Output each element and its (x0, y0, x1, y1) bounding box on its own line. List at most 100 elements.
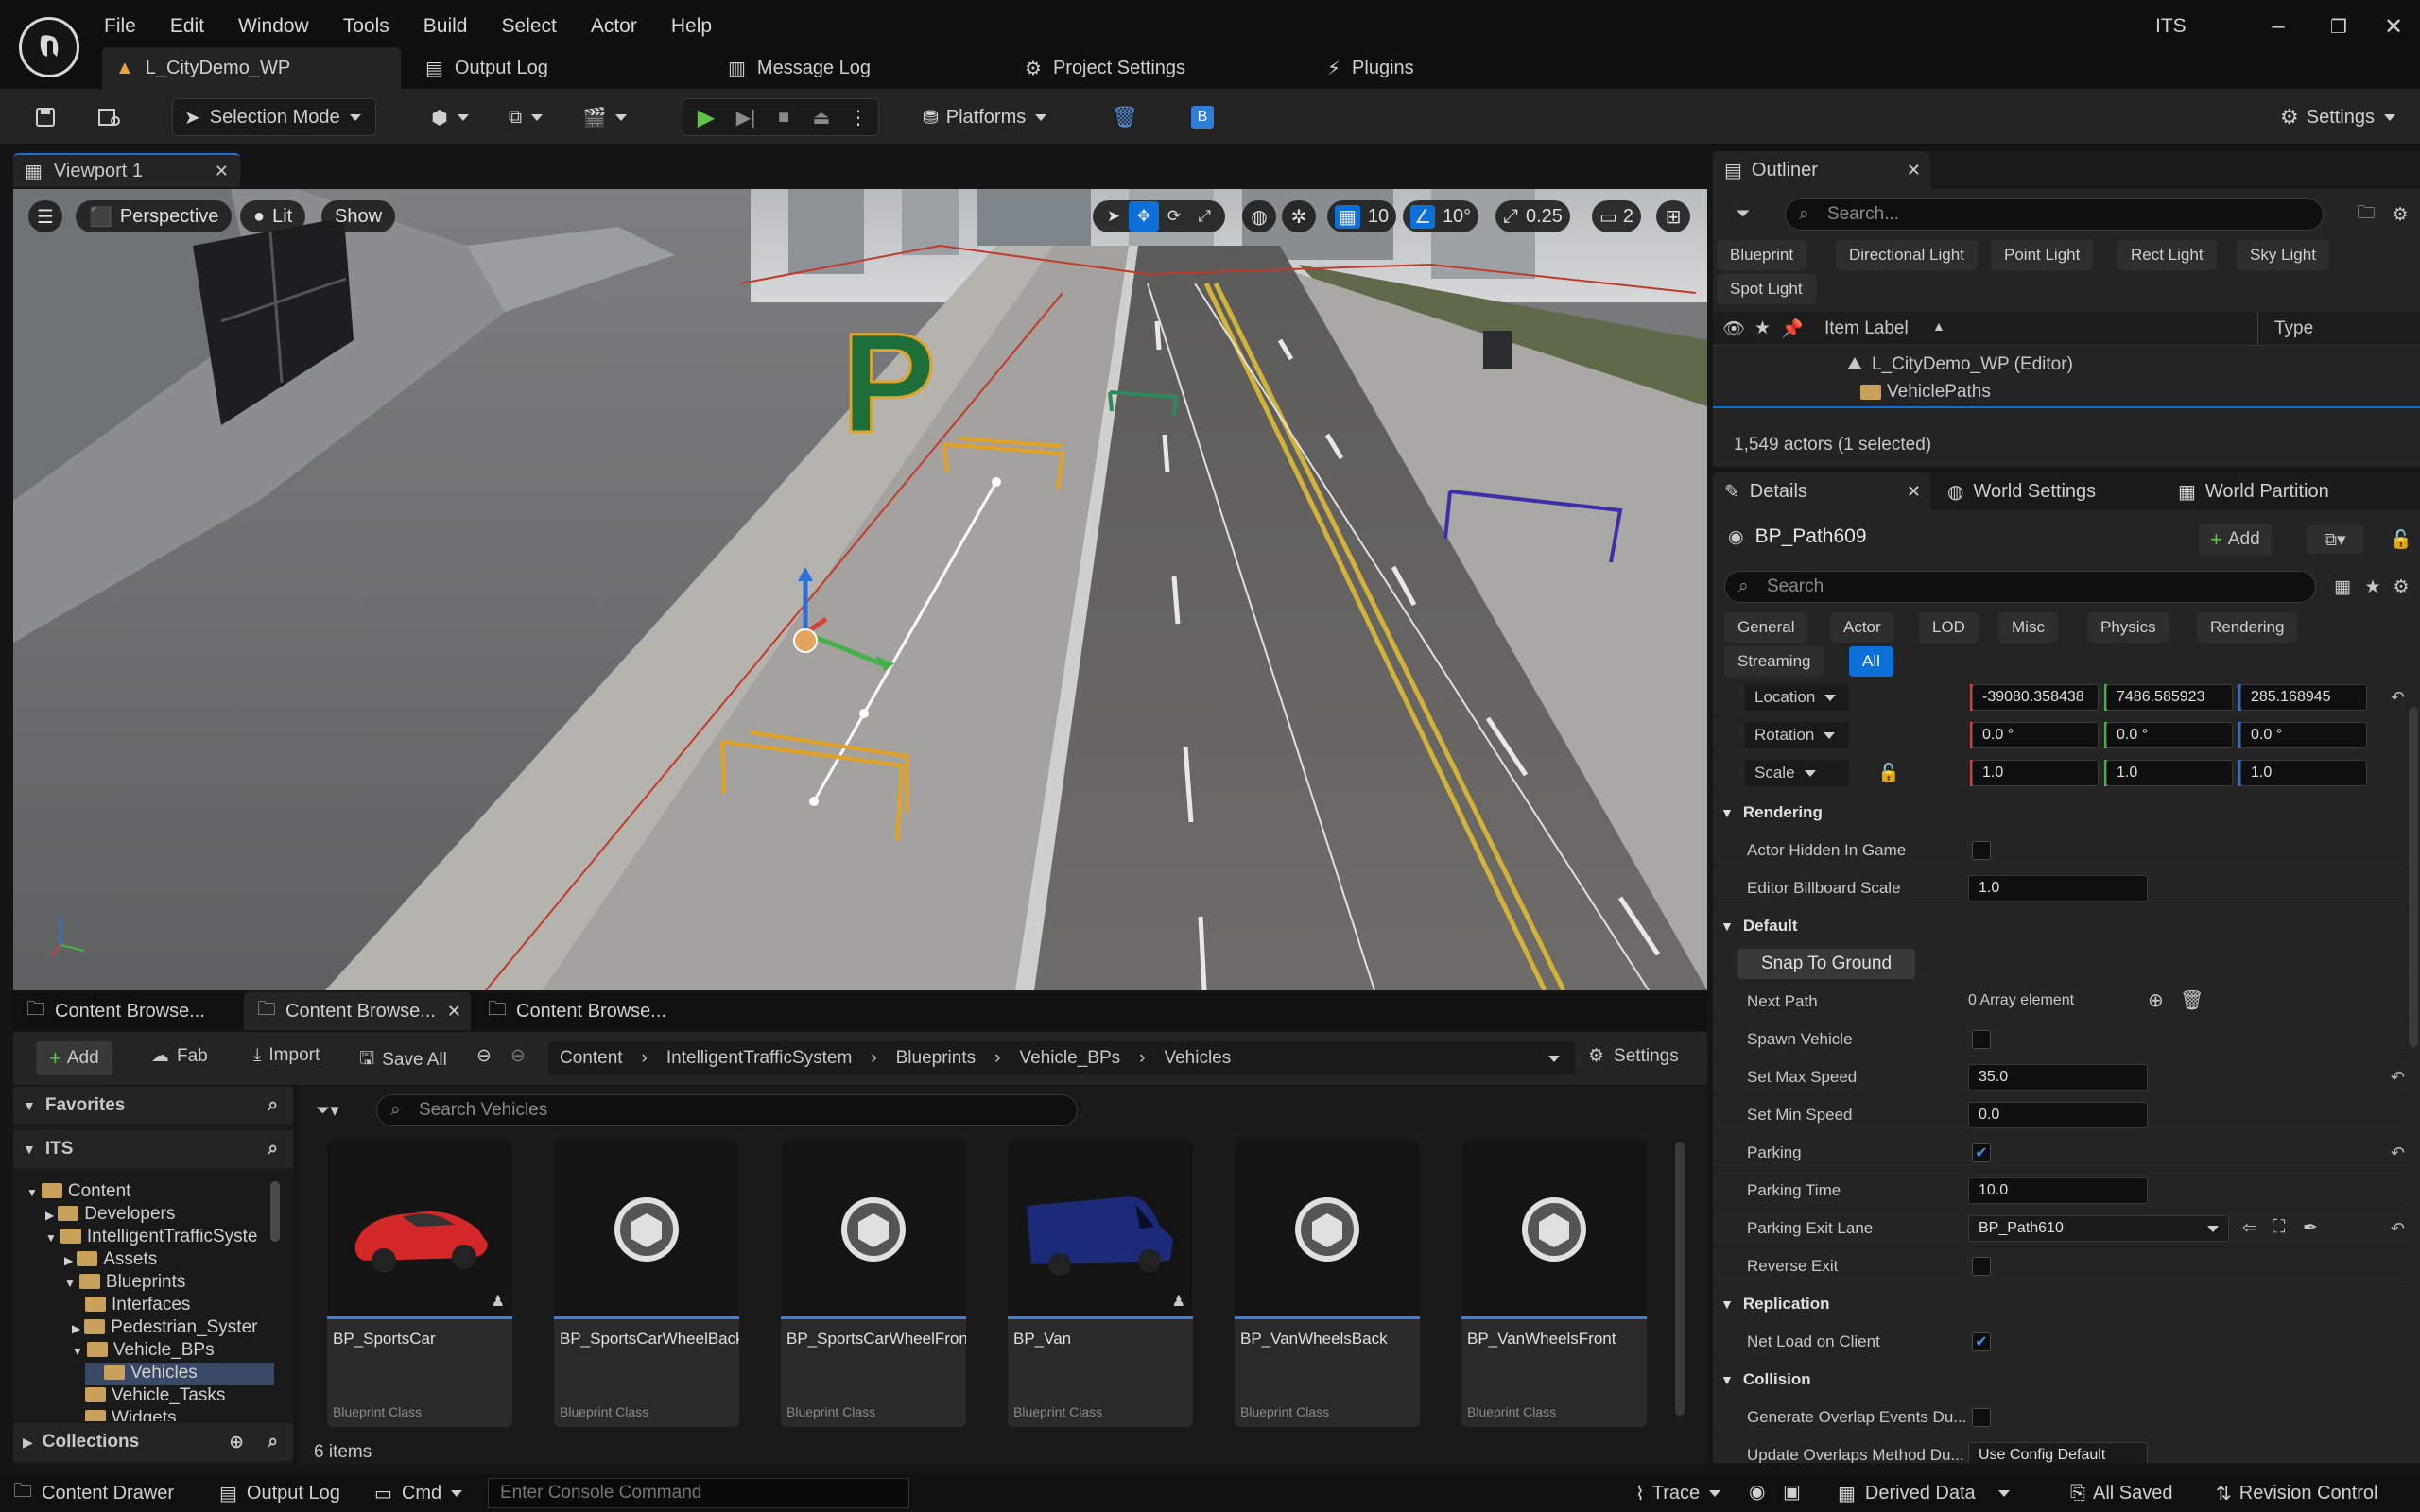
toolbar-settings-button[interactable]: ⚙ Settings (2280, 98, 2412, 136)
section-replication[interactable]: ▼ Replication (1713, 1285, 2409, 1323)
browse-icon[interactable] (91, 98, 129, 136)
gear-icon[interactable]: ⚙ (2386, 200, 2414, 229)
section-default[interactable]: ▼ Default (1713, 907, 2409, 945)
platforms-dropdown[interactable]: ⛃ Platforms (923, 98, 1064, 136)
search-icon[interactable]: ⌕ (268, 1139, 278, 1160)
filter-blueprint[interactable]: Blueprint (1717, 240, 1807, 270)
exit-lane-dropdown[interactable]: BP_Path610 (1968, 1215, 2229, 1242)
collections-section[interactable]: ▶ Collections ⊕ ⌕ (13, 1423, 293, 1461)
rotation-z[interactable]: 0.0 ° (2240, 722, 2367, 748)
net-load-checkbox[interactable]: ✔ (1972, 1332, 1991, 1351)
location-dropdown[interactable]: Location (1745, 684, 1849, 711)
save-all-button[interactable]: 🖫 Save All (359, 1045, 447, 1075)
filter-icon[interactable]: ⏷ (1724, 200, 1762, 229)
col-type[interactable]: Type (2274, 318, 2313, 339)
add-component-button[interactable]: + Add (2199, 524, 2272, 556)
min-speed-input[interactable]: 0.0 (1968, 1102, 2148, 1128)
tree-vehicle-tasks[interactable]: Vehicle_Tasks (85, 1385, 225, 1408)
tree-developers[interactable]: ▶ Developers (45, 1204, 175, 1227)
menu-help[interactable]: Help (671, 15, 712, 38)
focus-icon[interactable]: ⛶ (2273, 1217, 2285, 1238)
translate-tool-icon[interactable]: ✥ (1129, 201, 1159, 232)
tab-project-settings[interactable]: ⚙ Project Settings (1011, 47, 1185, 89)
filter-streaming[interactable]: Streaming (1724, 646, 1824, 677)
location-z[interactable]: 285.168945 (2240, 684, 2367, 711)
step-icon[interactable]: ▶| (731, 103, 761, 131)
billboard-scale-input[interactable]: 1.0 (1968, 875, 2148, 902)
level-viewport[interactable]: P ☰ ⬛ Perspective ● Lit Show ➤ ✥ ⟳ ⤢ ◍ ✲… (13, 189, 1707, 990)
add-collection-icon[interactable]: ⊕ (229, 1432, 244, 1453)
tree-interfaces[interactable]: Interfaces (85, 1295, 190, 1317)
menu-build[interactable]: Build (424, 15, 468, 38)
all-saved-button[interactable]: ⎘ All Saved (2070, 1480, 2173, 1506)
close-window-icon[interactable]: ✕ (2375, 11, 2412, 42)
details-tab[interactable]: ✎ Details ✕ (1713, 472, 1930, 510)
eject-icon[interactable]: ⏏ (806, 103, 837, 131)
breadcrumb-blueprints[interactable]: Blueprints (896, 1048, 977, 1069)
asset-tile[interactable]: BP_SportsCarWheelBack Blueprint Class (554, 1140, 739, 1427)
visibility-eye-icon[interactable]: 👁 (1722, 318, 1745, 340)
lock-icon[interactable]: 🔓 (2388, 525, 2414, 554)
breadcrumb-content[interactable]: Content (560, 1048, 623, 1069)
close-tab-icon[interactable]: ✕ (215, 162, 229, 181)
surface-snap-icon[interactable]: ✲ (1282, 200, 1316, 232)
trace-dropdown[interactable]: ⌇ Trace (1635, 1480, 1721, 1506)
scale-dropdown[interactable]: Scale (1745, 760, 1849, 786)
filter-general[interactable]: General (1724, 612, 1808, 643)
gear-icon[interactable]: ⚙ (2388, 573, 2414, 601)
star-icon[interactable]: ★ (2360, 573, 2386, 601)
breadcrumb-vehicles[interactable]: Vehicles (1164, 1048, 1231, 1069)
reverse-exit-checkbox[interactable] (1972, 1257, 1991, 1276)
trash-icon[interactable]: 🗑 (1108, 98, 1142, 136)
tab-level[interactable]: ▲ L_CityDemo_WP (102, 47, 401, 89)
rotate-tool-icon[interactable]: ⟳ (1159, 201, 1189, 232)
tree-vehicle-bps[interactable]: ▼ Vehicle_BPs (72, 1340, 215, 1363)
filter-spot-light[interactable]: Spot Light (1717, 274, 1816, 304)
reset-arrow-icon[interactable]: ↶ (2391, 1219, 2405, 1239)
content-settings-button[interactable]: ⚙ Settings (1588, 1045, 1679, 1067)
view-mode-button[interactable]: ● Lit (240, 200, 306, 232)
menu-edit[interactable]: Edit (170, 15, 204, 38)
reset-arrow-icon[interactable]: ↶ (2391, 688, 2405, 708)
asset-scrollbar[interactable] (1675, 1142, 1685, 1416)
filter-misc[interactable]: Misc (1998, 612, 2058, 643)
col-item-label[interactable]: Item Label (1824, 318, 1909, 339)
forward-arrow-icon[interactable]: ⊖ (510, 1045, 526, 1067)
unlock-icon[interactable]: 🔓 (1877, 762, 1900, 784)
section-collision[interactable]: ▼ Collision (1713, 1361, 2409, 1399)
max-speed-input[interactable]: 35.0 (1968, 1064, 2148, 1091)
search-icon[interactable]: ⌕ (268, 1432, 278, 1452)
tree-its[interactable]: ▼ IntelligentTrafficSyste (45, 1227, 257, 1249)
content-add-button[interactable]: + Add (36, 1041, 112, 1075)
screenshot-icon[interactable]: ▣ (1783, 1480, 1801, 1506)
search-icon[interactable]: ⌕ (268, 1095, 278, 1116)
menu-select[interactable]: Select (501, 15, 556, 38)
grid-snap-button[interactable]: ▦ 10 (1327, 200, 1397, 232)
details-search-input[interactable]: ⌕ Search (1724, 571, 2316, 603)
fab-button[interactable]: ☁ Fab (151, 1045, 208, 1067)
asset-tile[interactable]: ♟ BP_Van Blueprint Class (1008, 1140, 1193, 1427)
parking-time-input[interactable]: 10.0 (1968, 1177, 2148, 1204)
details-scrollbar[interactable] (2409, 707, 2418, 1047)
import-button[interactable]: ⤓ Import (253, 1045, 320, 1066)
breadcrumb-its[interactable]: IntelligentTrafficSystem (666, 1048, 852, 1069)
asset-tile[interactable]: BP_SportsCarWheelFront Blueprint Class (781, 1140, 966, 1427)
add-folder-icon[interactable]: 🗀 (2352, 200, 2380, 229)
filter-physics[interactable]: Physics (2087, 612, 2169, 643)
save-icon[interactable] (28, 98, 62, 136)
outliner-search-input[interactable]: ⌕ Search... (1785, 198, 2324, 231)
filter-icon[interactable]: ⏷▾ (316, 1100, 339, 1122)
derived-data-dropdown[interactable]: ▦ Derived Data (1838, 1480, 2010, 1506)
record-icon[interactable]: ◉ (1749, 1480, 1765, 1506)
tree-vehicles[interactable]: Vehicles (85, 1363, 274, 1385)
rotation-dropdown[interactable]: Rotation (1745, 722, 1849, 748)
content-browser-tab-3[interactable]: 🗀 Content Browse... (475, 992, 701, 1030)
scale-z[interactable]: 1.0 (2240, 760, 2367, 786)
location-x[interactable]: -39080.358438 (1972, 684, 2099, 711)
tab-message-log[interactable]: ▥ Message Log (715, 47, 871, 89)
chevron-down-icon[interactable] (1548, 1055, 1560, 1062)
outliner-row-level[interactable]: ⛰ L_CityDemo_WP (Editor) (1847, 352, 2073, 378)
show-button[interactable]: Show (321, 200, 396, 232)
back-arrow-icon[interactable]: ⊖ (476, 1045, 492, 1067)
filter-rendering[interactable]: Rendering (2197, 612, 2298, 643)
